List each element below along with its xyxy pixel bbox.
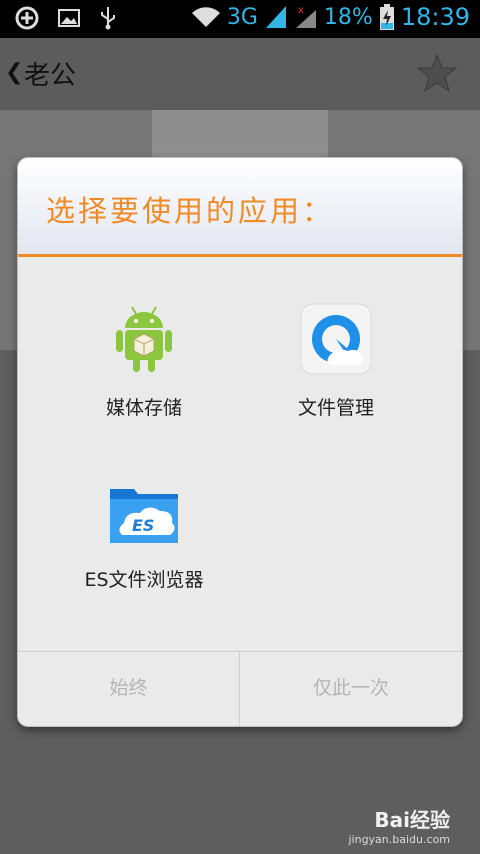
- app-chooser-dialog: 选择要使用的应用： 媒体存储 文件管理 ES ES文件浏览器 始终 仅此一次: [18, 158, 462, 726]
- just-once-button[interactable]: 仅此一次: [240, 652, 462, 726]
- usb-icon: [101, 7, 115, 30]
- dialog-header: 选择要使用的应用：: [18, 158, 462, 257]
- back-chevron-icon[interactable]: ❮: [5, 60, 23, 85]
- es-file-explorer-icon: ES: [110, 489, 178, 543]
- app-option-file-manager[interactable]: 文件管理: [236, 257, 436, 427]
- network-type: 3G: [226, 4, 258, 30]
- star-icon[interactable]: [416, 52, 458, 94]
- image-icon: [58, 9, 80, 27]
- baidu-watermark: Bai经验 jingyan.baidu.com: [348, 804, 450, 846]
- android-icon: [116, 306, 172, 372]
- wifi-icon: [191, 7, 220, 27]
- svg-text:x: x: [298, 5, 304, 16]
- always-button[interactable]: 始终: [18, 652, 240, 726]
- watermark-logo: Bai经验: [374, 808, 450, 832]
- clock: 18:39: [400, 3, 470, 31]
- qq-browser-icon: [300, 303, 372, 375]
- app-label: 文件管理: [297, 397, 374, 419]
- app-label: ES文件浏览器: [84, 569, 204, 591]
- battery-percent: 18%: [323, 4, 373, 30]
- add-circle-icon: [15, 6, 39, 30]
- signal-icon: [265, 6, 286, 28]
- svg-text:ES: ES: [132, 516, 154, 535]
- signal-no-sim-icon: x: [295, 5, 316, 28]
- contact-name[interactable]: 老公: [24, 55, 76, 92]
- watermark-url: jingyan.baidu.com: [348, 833, 450, 846]
- dialog-title: 选择要使用的应用：: [46, 194, 335, 228]
- battery-charging-icon: [379, 4, 394, 30]
- status-bar: 3G x 18% 18:39: [0, 0, 480, 38]
- app-grid: 媒体存储 文件管理 ES ES文件浏览器: [18, 257, 462, 651]
- contact-app-bar: ❮ 老公: [0, 38, 480, 111]
- app-option-media-storage[interactable]: 媒体存储: [44, 257, 244, 427]
- app-label: 媒体存储: [105, 397, 182, 419]
- dialog-button-bar: 始终 仅此一次: [18, 651, 462, 726]
- app-option-es-file-explorer[interactable]: ES ES文件浏览器: [44, 429, 244, 599]
